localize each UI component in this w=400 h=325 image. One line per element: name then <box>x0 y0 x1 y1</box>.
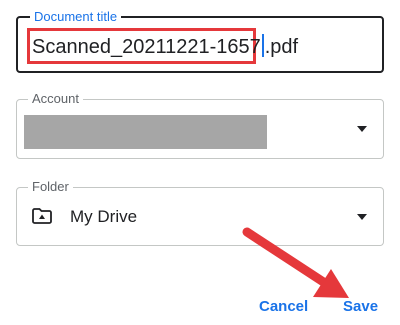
dropdown-arrow-icon[interactable] <box>357 213 367 220</box>
title-text-after-cursor: .pdf <box>264 36 299 58</box>
document-title-field[interactable]: Document title Scanned_20211221-1657 .pdf <box>16 9 384 73</box>
folder-label: Folder <box>28 179 73 195</box>
account-label: Account <box>28 91 83 107</box>
cancel-button[interactable]: Cancel <box>259 298 308 315</box>
redacted-account-value <box>24 115 267 149</box>
folder-dropdown[interactable]: Folder My Drive <box>16 179 384 246</box>
folder-value: My Drive <box>70 207 138 226</box>
dropdown-arrow-icon[interactable] <box>357 126 367 132</box>
shared-drive-folder-icon <box>32 208 52 224</box>
save-button[interactable]: Save <box>343 298 378 315</box>
text-cursor <box>261 34 264 57</box>
account-dropdown[interactable]: Account <box>16 91 384 159</box>
document-title-label: Document title <box>30 9 122 25</box>
title-text-before-cursor: Scanned_20211221-1657 <box>32 36 261 58</box>
document-title-input[interactable]: Scanned_20211221-1657 .pdf <box>32 34 298 60</box>
